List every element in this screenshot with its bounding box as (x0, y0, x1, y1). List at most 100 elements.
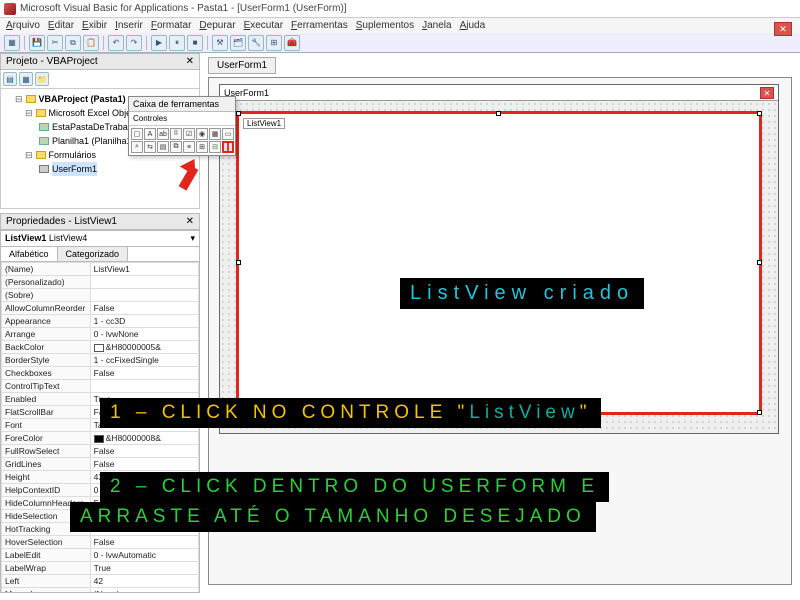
tool-togglebutton-icon[interactable]: ⌕ (131, 141, 143, 153)
userform-design-surface[interactable]: ListView1 (220, 101, 778, 433)
menu-ajuda[interactable]: Ajuda (460, 20, 486, 31)
tool-checkbox-icon[interactable]: ☑ (183, 128, 195, 140)
userform-close-button[interactable]: ✕ (760, 87, 774, 99)
property-value[interactable]: 1 - ccFixedSingle (90, 354, 198, 367)
menu-inserir[interactable]: Inserir (115, 20, 143, 31)
tool-commandbutton-icon[interactable]: ▭ (222, 128, 234, 140)
property-row[interactable]: (Personalizado) (2, 276, 199, 289)
property-row[interactable]: AllowColumnReorderFalse (2, 302, 199, 315)
property-value[interactable] (90, 289, 198, 302)
toolbar-view-btn[interactable]: ▦ (4, 35, 20, 51)
property-row[interactable]: LabelEdit0 - lvwAutomatic (2, 549, 199, 562)
project-view-object-btn[interactable]: ▦ (19, 72, 33, 86)
property-row[interactable]: ForeColor&H80000008& (2, 432, 199, 445)
resize-handle[interactable] (757, 111, 762, 116)
property-value[interactable]: False (90, 536, 198, 549)
menu-arquivo[interactable]: Arquivo (6, 20, 40, 31)
tab-alphabetic[interactable]: Alfabético (1, 247, 58, 261)
toolbar-cut-btn[interactable]: ✂ (47, 35, 63, 51)
property-value[interactable]: False (90, 302, 198, 315)
menu-depurar[interactable]: Depurar (199, 20, 235, 31)
property-row[interactable]: Arrange0 - lvwNone (2, 328, 199, 341)
tool-multipage-icon[interactable]: ▤ (157, 141, 169, 153)
tool-textbox-icon[interactable]: ab (157, 128, 169, 140)
menu-janela[interactable]: Janela (422, 20, 451, 31)
menu-editar[interactable]: Editar (48, 20, 74, 31)
designer-tab[interactable]: UserForm1 (208, 57, 276, 74)
toolbar-break-btn[interactable]: ⏸ (169, 35, 185, 51)
resize-handle[interactable] (236, 111, 241, 116)
project-view-code-btn[interactable]: ▤ (3, 72, 17, 86)
userform-window[interactable]: UserForm1 ✕ ListView1 (219, 84, 779, 434)
properties-object-dropdown[interactable]: ListView1 ListView4 ▾ (0, 230, 200, 247)
resize-handle[interactable] (757, 410, 762, 415)
toolbar-toolbox-btn[interactable]: 🧰 (284, 35, 300, 51)
tree-sheet1[interactable]: Planilha1 (Planilha1) (52, 134, 135, 148)
tree-forms-folder[interactable]: Formulários (49, 148, 97, 162)
toolbar-project-btn[interactable]: 🗂 (230, 35, 246, 51)
property-row[interactable]: BorderStyle1 - ccFixedSingle (2, 354, 199, 367)
toolbar-props-btn[interactable]: 🔧 (248, 35, 264, 51)
property-value[interactable]: 42 (90, 575, 198, 588)
tool-treeview-icon[interactable]: ⊟ (209, 141, 221, 153)
toolbar-design-btn[interactable]: ⚒ (212, 35, 228, 51)
mdi-close-button[interactable]: ✕ (774, 22, 792, 36)
tool-tabstrip-icon[interactable]: ⇆ (144, 141, 156, 153)
tree-thisworkbook[interactable]: EstaPastaDeTrabalho (52, 120, 140, 134)
listview-control[interactable]: ListView1 (236, 111, 762, 415)
property-row[interactable]: Appearance1 - cc3D (2, 315, 199, 328)
property-value[interactable]: &H80000005& (90, 341, 198, 354)
menu-suplementos[interactable]: Suplementos (356, 20, 414, 31)
property-value[interactable] (90, 276, 198, 289)
toolbar-redo-btn[interactable]: ↷ (126, 35, 142, 51)
property-value[interactable] (90, 380, 198, 393)
tab-categorized[interactable]: Categorizado (58, 247, 129, 261)
toolbar-copy-btn[interactable]: ⧉ (65, 35, 81, 51)
tool-optionbutton-icon[interactable]: ◉ (196, 128, 208, 140)
toolbar-undo-btn[interactable]: ↶ (108, 35, 124, 51)
property-value[interactable]: 0 - lvwNone (90, 328, 198, 341)
property-row[interactable]: MouseIcon(None) (2, 588, 199, 594)
menu-ferramentas[interactable]: Ferramentas (291, 20, 348, 31)
property-value[interactable]: &H80000008& (90, 432, 198, 445)
property-row[interactable]: ControlTipText (2, 380, 199, 393)
property-row[interactable]: LabelWrapTrue (2, 562, 199, 575)
project-folder-btn[interactable]: 📁 (35, 72, 49, 86)
tree-project-root[interactable]: VBAProject (Pasta1) (39, 92, 126, 106)
project-panel-close-icon[interactable]: ✕ (186, 56, 194, 67)
property-value[interactable]: True (90, 562, 198, 575)
resize-handle[interactable] (757, 260, 762, 265)
resize-handle[interactable] (496, 111, 501, 116)
resize-handle[interactable] (236, 260, 241, 265)
property-row[interactable]: (Name)ListView1 (2, 263, 199, 276)
tool-image-icon[interactable]: ⊞ (196, 141, 208, 153)
tool-spinbutton-icon[interactable]: ≡ (183, 141, 195, 153)
tree-userform1[interactable]: UserForm1 (52, 162, 97, 176)
property-row[interactable]: Left42 (2, 575, 199, 588)
property-value[interactable]: False (90, 367, 198, 380)
property-row[interactable]: GridLinesFalse (2, 458, 199, 471)
properties-panel-close-icon[interactable]: ✕ (186, 216, 194, 227)
property-value[interactable]: ListView1 (90, 263, 198, 276)
property-row[interactable]: HoverSelectionFalse (2, 536, 199, 549)
tool-label-icon[interactable]: A (144, 128, 156, 140)
toolbox-tab-controls[interactable]: Controles (129, 112, 235, 126)
property-row[interactable]: FullRowSelectFalse (2, 445, 199, 458)
property-row[interactable]: (Sobre) (2, 289, 199, 302)
property-value[interactable]: False (90, 445, 198, 458)
property-row[interactable]: CheckboxesFalse (2, 367, 199, 380)
property-value[interactable]: 0 - lvwAutomatic (90, 549, 198, 562)
tool-scrollbar-icon[interactable]: ⧉ (170, 141, 182, 153)
menu-executar[interactable]: Executar (244, 20, 283, 31)
menu-exibir[interactable]: Exibir (82, 20, 107, 31)
toolbar-paste-btn[interactable]: 📋 (83, 35, 99, 51)
toolbar-obj-btn[interactable]: ⊞ (266, 35, 282, 51)
property-row[interactable]: BackColor&H80000005& (2, 341, 199, 354)
toolbar-save-btn[interactable]: 💾 (29, 35, 45, 51)
toolbox-window[interactable]: Caixa de ferramentas Controles ▢Aab⌷☑◉▦▭… (128, 96, 236, 156)
tool-listview-icon[interactable]: ┃ (222, 141, 234, 153)
tool-listbox-icon[interactable]: ▦ (209, 128, 221, 140)
property-value[interactable]: 1 - cc3D (90, 315, 198, 328)
tool-pointer-icon[interactable]: ▢ (131, 128, 143, 140)
toolbar-run-btn[interactable]: ▶ (151, 35, 167, 51)
